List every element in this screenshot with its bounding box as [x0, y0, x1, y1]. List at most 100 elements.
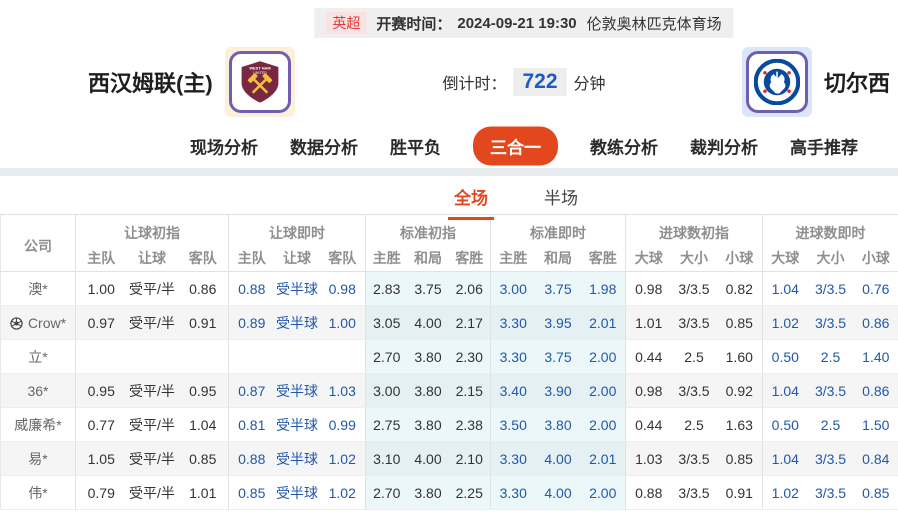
odds-cell: 3/3.5	[808, 442, 854, 476]
soccer-ball-icon	[10, 317, 23, 330]
company-name: 易*	[28, 451, 47, 467]
away-team: 切尔西	[742, 47, 890, 117]
odds-cell: 2.5	[808, 340, 854, 374]
company-cell: 澳*	[1, 272, 76, 306]
odds-cell: 受半球	[275, 374, 320, 408]
odds-cell: 0.86	[178, 272, 229, 306]
odds-cell	[320, 340, 366, 374]
odds-cell: 0.81	[229, 408, 275, 442]
odds-cell: 3.80	[408, 340, 449, 374]
nav-tabs: 现场分析 数据分析 胜平负 三合一 教练分析 裁判分析 高手推荐	[190, 127, 858, 166]
odds-cell: 3.05	[366, 306, 408, 340]
odds-cell: 0.85	[178, 442, 229, 476]
odds-cell: 0.82	[717, 272, 763, 306]
odds-cell: 2.5	[672, 340, 717, 374]
countdown-label: 倒计时：	[442, 70, 506, 94]
group-header-0: 让球初指	[76, 215, 229, 245]
sub-header-1-1: 让球	[275, 245, 320, 272]
odds-cell: 2.00	[581, 340, 626, 374]
company-name: 威廉希*	[14, 417, 61, 433]
odds-cell: 2.00	[581, 476, 626, 510]
company-name: Crow*	[28, 315, 66, 331]
odds-cell: 0.98	[626, 374, 672, 408]
odds-cell: 4.00	[408, 442, 449, 476]
sub-header-3-1: 和局	[536, 245, 581, 272]
odds-cell: 1.01	[178, 476, 229, 510]
table-row: 伟*0.79受平/半1.010.85受半球1.022.703.802.253.3…	[1, 476, 898, 510]
odds-cell: 4.00	[408, 306, 449, 340]
nav-tab-1[interactable]: 数据分析	[290, 134, 358, 159]
group-header-5: 进球数即时	[763, 215, 898, 245]
company-cell: Crow*	[1, 306, 76, 340]
home-team-name: 西汉姆联(主)	[88, 66, 213, 98]
nav-tab-2[interactable]: 胜平负	[390, 134, 441, 159]
table-row: 威廉希*0.77受平/半1.040.81受半球0.992.753.802.383…	[1, 408, 898, 442]
odds-cell: 3/3.5	[672, 374, 717, 408]
odds-cell: 受平/半	[127, 374, 178, 408]
company-name: 36*	[27, 383, 48, 399]
odds-cell: 1.04	[763, 374, 808, 408]
sub-header-2-0: 主胜	[366, 245, 408, 272]
odds-cell: 0.76	[854, 272, 898, 306]
sub-header-5-0: 大球	[763, 245, 808, 272]
odds-cell: 3.00	[366, 374, 408, 408]
west-ham-crest-icon: WEST HAM UNITED	[229, 51, 291, 113]
odds-cell: 0.86	[854, 306, 898, 340]
nav-tab-5[interactable]: 裁判分析	[690, 134, 758, 159]
nav-tab-0[interactable]: 现场分析	[190, 134, 258, 159]
odds-cell: 3.40	[491, 374, 536, 408]
nav-tab-6[interactable]: 高手推荐	[790, 134, 858, 159]
odds-cell: 0.91	[717, 476, 763, 510]
odds-cell: 受半球	[275, 272, 320, 306]
nav-tab-3[interactable]: 三合一	[473, 127, 558, 166]
odds-cell: 2.00	[581, 408, 626, 442]
home-team-logo: WEST HAM UNITED	[225, 47, 295, 117]
odds-cell: 0.85	[717, 442, 763, 476]
odds-cell: 2.70	[366, 476, 408, 510]
odds-cell: 受半球	[275, 306, 320, 340]
odds-cell: 0.91	[178, 306, 229, 340]
odds-cell: 2.70	[366, 340, 408, 374]
odds-cell	[229, 340, 275, 374]
company-cell: 立*	[1, 340, 76, 374]
company-name: 立*	[28, 349, 47, 365]
odds-cell: 2.30	[449, 340, 491, 374]
odds-cell: 1.03	[320, 374, 366, 408]
odds-cell: 3/3.5	[808, 306, 854, 340]
sub-header-2-1: 和局	[408, 245, 449, 272]
sub-tab-1[interactable]: 半场	[538, 180, 584, 220]
odds-cell: 4.00	[536, 476, 581, 510]
odds-cell: 0.85	[229, 476, 275, 510]
odds-cell: 3.75	[408, 272, 449, 306]
team-header: 西汉姆联(主) WEST HAM UNITED	[0, 40, 898, 124]
chelsea-crest-icon	[746, 51, 808, 113]
odds-cell: 0.77	[76, 408, 127, 442]
odds-cell: 0.88	[229, 442, 275, 476]
odds-cell: 0.86	[854, 374, 898, 408]
odds-cell: 0.99	[320, 408, 366, 442]
odds-cell: 受平/半	[127, 272, 178, 306]
odds-cell: 1.63	[717, 408, 763, 442]
odds-cell: 3.30	[491, 476, 536, 510]
home-team: 西汉姆联(主) WEST HAM UNITED	[88, 47, 295, 117]
sub-tab-0[interactable]: 全场	[448, 180, 494, 220]
odds-cell: 0.92	[717, 374, 763, 408]
odds-cell: 1.02	[763, 476, 808, 510]
odds-cell: 3.30	[491, 442, 536, 476]
odds-cell: 1.50	[854, 408, 898, 442]
group-header-4: 进球数初指	[626, 215, 763, 245]
odds-cell: 1.04	[763, 272, 808, 306]
sub-header-0-0: 主队	[76, 245, 127, 272]
nav-tab-4[interactable]: 教练分析	[590, 134, 658, 159]
odds-cell: 3/3.5	[808, 374, 854, 408]
venue-name: 伦敦奥林匹克体育场	[587, 13, 722, 34]
odds-cell: 2.15	[449, 374, 491, 408]
kickoff-label: 开赛时间：	[376, 13, 451, 34]
odds-cell: 3.30	[491, 306, 536, 340]
company-cell: 36*	[1, 374, 76, 408]
odds-cell: 2.5	[672, 408, 717, 442]
league-badge: 英超	[326, 12, 366, 34]
sub-header-1-2: 客队	[320, 245, 366, 272]
sub-header-3-2: 客胜	[581, 245, 626, 272]
odds-cell: 0.98	[320, 272, 366, 306]
